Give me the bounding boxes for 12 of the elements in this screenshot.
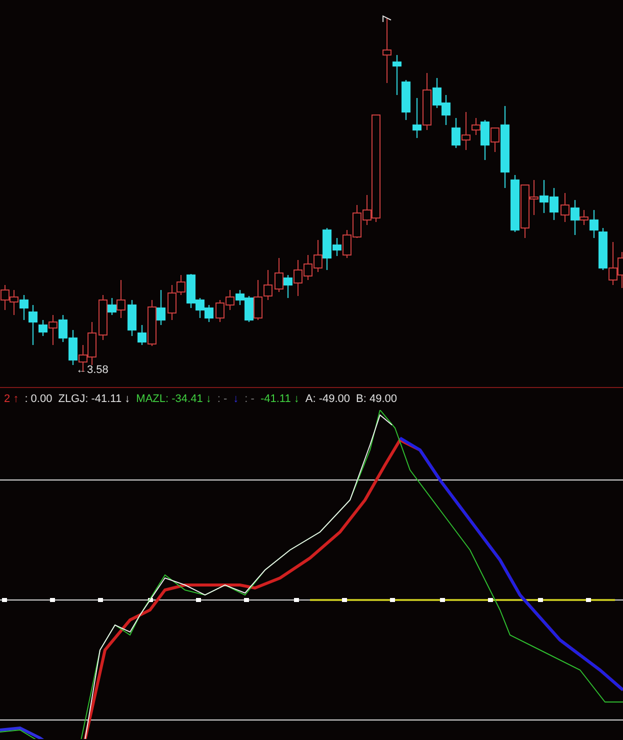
legend-item: 2 ↑ bbox=[4, 394, 19, 404]
legend-item: : - bbox=[217, 394, 228, 404]
legend-item: -41.11 ↓ bbox=[260, 394, 300, 404]
legend-item: ZLGJ: -41.11 ↓ bbox=[58, 394, 130, 404]
legend-item: B: 49.00 bbox=[356, 394, 397, 404]
legend-item: : 0.00 bbox=[24, 394, 52, 404]
legend-item: MAZL: -34.41 ↓ bbox=[136, 394, 212, 404]
low-price-label: ←3.58 bbox=[76, 365, 108, 376]
legend-item: A: -49.00 bbox=[305, 394, 350, 404]
legend-item: : - bbox=[244, 394, 254, 404]
legend-item: ↓ bbox=[233, 394, 239, 404]
peak-marker-icon bbox=[382, 15, 392, 23]
